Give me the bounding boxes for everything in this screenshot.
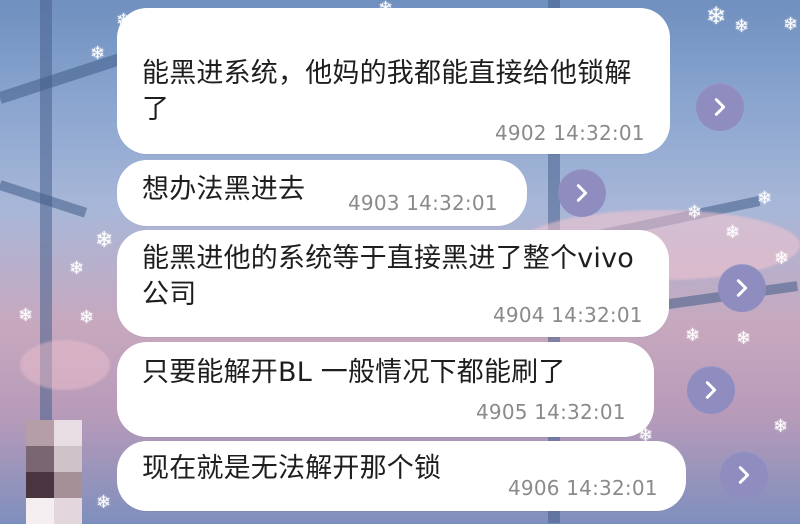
message-text: 能黑进系统，他妈的我都能直接给他锁解了 bbox=[142, 58, 632, 125]
chevron-right-icon[interactable] bbox=[718, 264, 766, 312]
chevron-right-icon[interactable] bbox=[687, 366, 735, 414]
message-meta: 4905 14:32:01 bbox=[476, 400, 626, 424]
chevron-right-icon[interactable] bbox=[720, 451, 768, 499]
message-meta: 4904 14:32:01 bbox=[493, 303, 643, 327]
message-meta: 4903 14:32:01 bbox=[348, 191, 498, 215]
message-meta: 4906 14:32:01 bbox=[508, 476, 658, 500]
chevron-right-icon[interactable] bbox=[558, 169, 606, 217]
chevron-right-icon[interactable] bbox=[696, 83, 744, 131]
chat-log: 能黑进系统，他妈的我都能直接给他锁解了 4902 14:32:01 想办法黑进去… bbox=[0, 0, 800, 523]
message-meta: 4902 14:32:01 bbox=[495, 121, 645, 145]
message-text: 想办法黑进去 bbox=[142, 174, 306, 205]
message-text: 只要能解开BL 一般情况下都能刷了 bbox=[142, 357, 566, 388]
message-text: 现在就是无法解开那个锁 bbox=[142, 453, 442, 484]
